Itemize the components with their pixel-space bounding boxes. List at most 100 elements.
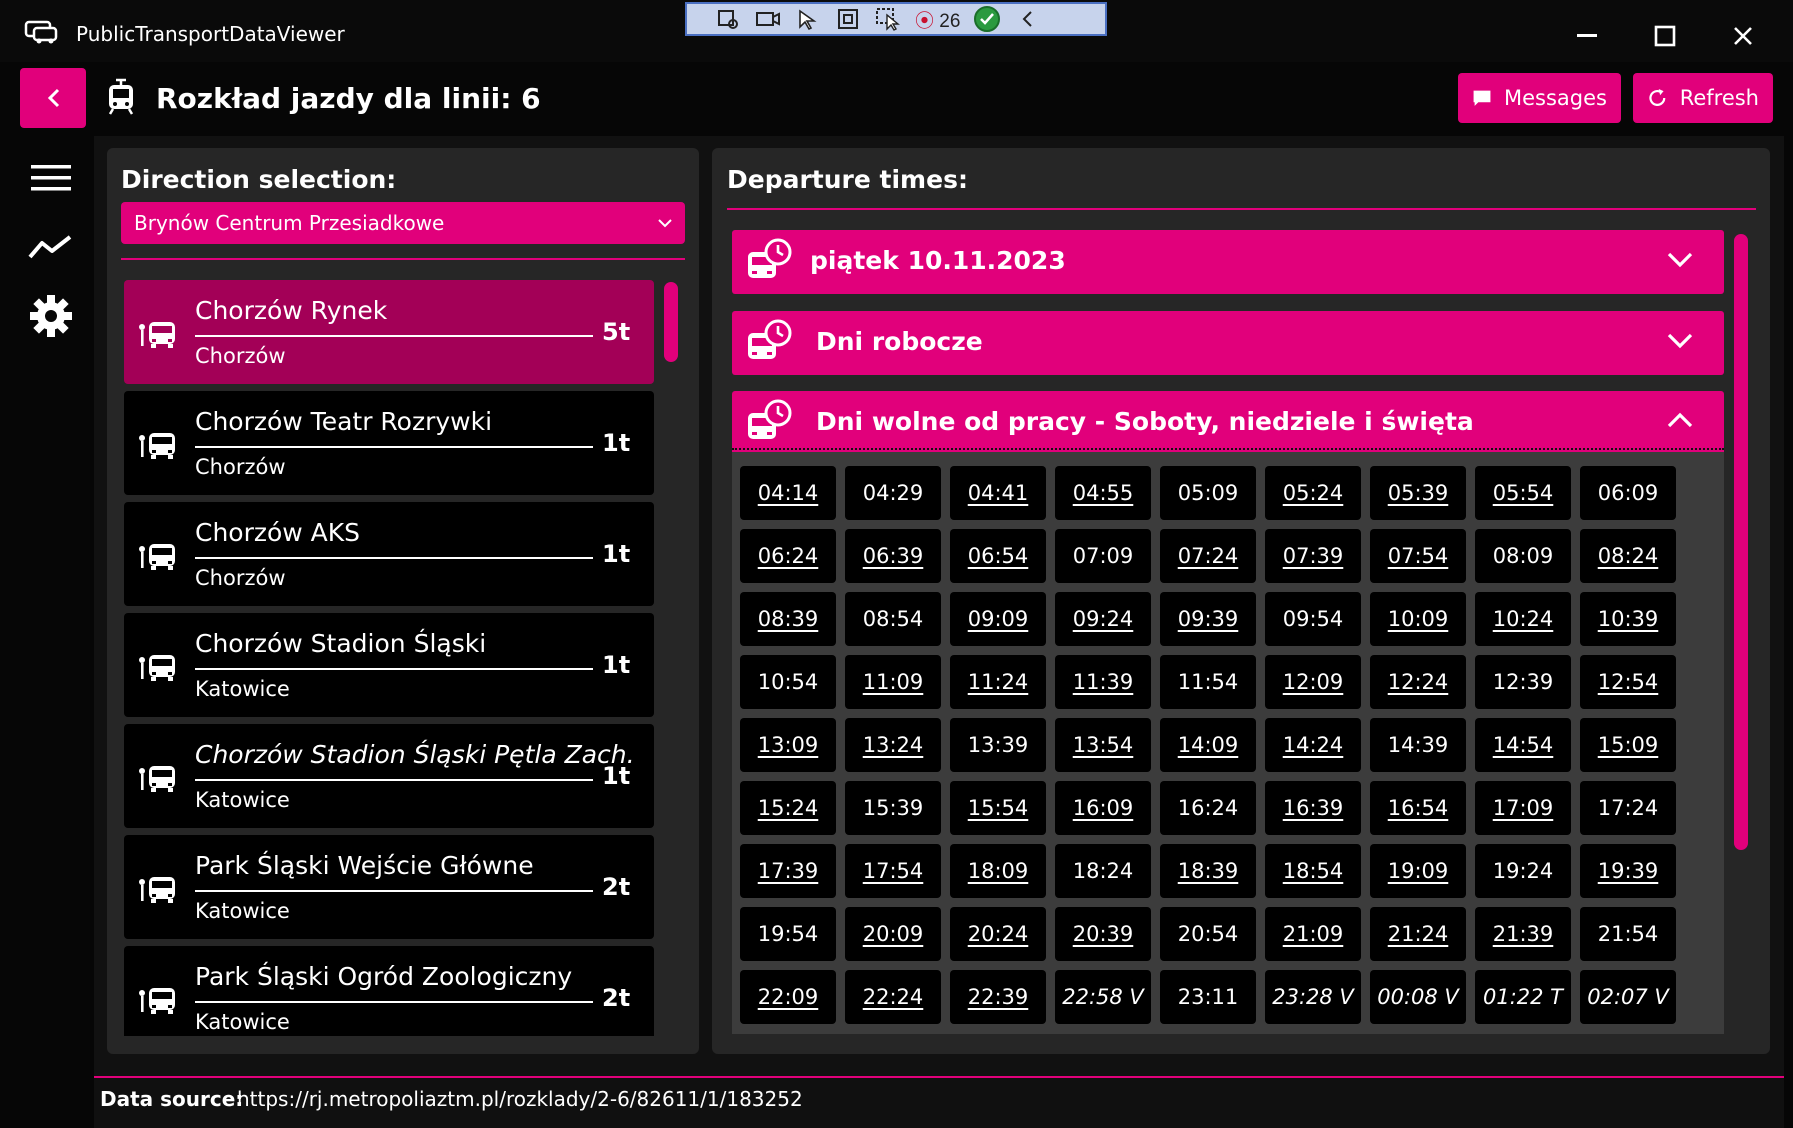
departure-time[interactable]: 22:39 [950, 970, 1046, 1024]
data-source-url[interactable]: https://rj.metropoliaztm.pl/rozklady/2-6… [237, 1087, 803, 1111]
departure-time[interactable]: 07:39 [1265, 529, 1361, 583]
select-element-icon[interactable] [715, 7, 741, 31]
layout-bounds-icon[interactable] [835, 7, 861, 31]
cursor-select-icon[interactable] [795, 7, 821, 31]
departure-time[interactable]: 09:39 [1160, 592, 1256, 646]
departure-time[interactable]: 22:24 [845, 970, 941, 1024]
direction-selection-label: Direction selection: [121, 165, 397, 194]
trend-chart-icon[interactable] [28, 224, 74, 270]
messages-button[interactable]: Messages [1458, 73, 1621, 123]
back-button[interactable] [20, 68, 86, 128]
departure-time: 11:54 [1160, 655, 1256, 709]
direction-select[interactable]: Brynów Centrum Przesiadkowe [121, 202, 685, 244]
refresh-button[interactable]: Refresh [1633, 73, 1773, 123]
stops-scrollbar[interactable] [664, 282, 678, 362]
departure-time[interactable]: 17:54 [845, 844, 941, 898]
departure-time[interactable]: 13:24 [845, 718, 941, 772]
departure-time[interactable]: 16:09 [1055, 781, 1151, 835]
stop-name: Park Śląski Wejście Główne [195, 851, 534, 880]
departure-time[interactable]: 18:09 [950, 844, 1046, 898]
departure-time[interactable]: 16:54 [1370, 781, 1466, 835]
departure-time: 15:39 [845, 781, 941, 835]
departure-time[interactable]: 10:09 [1370, 592, 1466, 646]
departure-time[interactable]: 15:09 [1580, 718, 1676, 772]
departure-time[interactable]: 05:39 [1370, 466, 1466, 520]
departure-time[interactable]: 08:24 [1580, 529, 1676, 583]
departure-time[interactable]: 14:09 [1160, 718, 1256, 772]
stop-item[interactable]: Park Śląski Ogród Zoologiczny Katowice 2t [124, 946, 654, 1036]
schedule-section-header[interactable]: Dni robocze [732, 311, 1724, 375]
departure-time[interactable]: 06:39 [845, 529, 941, 583]
departure-time[interactable]: 07:54 [1370, 529, 1466, 583]
stops-list[interactable]: Chorzów Rynek Chorzów 5t Chorzów Teatr Rozr… [124, 280, 654, 1036]
departure-time[interactable]: 18:54 [1265, 844, 1361, 898]
stop-item[interactable]: Chorzów Teatr Rozrywki Chorzów 1t [124, 391, 654, 495]
minimize-button[interactable] [1562, 12, 1612, 60]
departure-time[interactable]: 19:39 [1580, 844, 1676, 898]
departure-time[interactable]: 06:24 [740, 529, 836, 583]
stop-item[interactable]: Park Śląski Wejście Główne Katowice 2t [124, 835, 654, 939]
departure-time[interactable]: 10:39 [1580, 592, 1676, 646]
departure-time[interactable]: 11:09 [845, 655, 941, 709]
departure-time[interactable]: 04:55 [1055, 466, 1151, 520]
departure-time[interactable]: 12:24 [1370, 655, 1466, 709]
departure-time[interactable]: 20:39 [1055, 907, 1151, 961]
stop-item[interactable]: Chorzów Stadion Śląski Pętla Zach. Katowi… [124, 724, 654, 828]
video-icon[interactable] [755, 7, 781, 31]
maximize-button[interactable] [1640, 12, 1690, 60]
departure-time[interactable]: 09:24 [1055, 592, 1151, 646]
departure-time[interactable]: 04:41 [950, 466, 1046, 520]
settings-gear-icon[interactable] [28, 293, 74, 339]
departure-time[interactable]: 05:24 [1265, 466, 1361, 520]
departure-time[interactable]: 08:39 [740, 592, 836, 646]
departure-time[interactable]: 15:24 [740, 781, 836, 835]
departure-time[interactable]: 16:39 [1265, 781, 1361, 835]
check-icon[interactable] [974, 6, 1001, 32]
app-title: PublicTransportDataViewer [76, 22, 345, 46]
departure-time[interactable]: 18:39 [1160, 844, 1256, 898]
departure-time: 07:09 [1055, 529, 1151, 583]
departure-time[interactable]: 09:09 [950, 592, 1046, 646]
stop-travel-time: 1t [602, 429, 631, 457]
departure-time[interactable]: 14:54 [1475, 718, 1571, 772]
stop-item[interactable]: Chorzów Stadion Śląski Katowice 1t [124, 613, 654, 717]
stop-item[interactable]: Chorzów AKS Chorzów 1t [124, 502, 654, 606]
schedule-section-title: Dni wolne od pracy - Soboty, niedziele i… [816, 407, 1474, 436]
departure-time[interactable]: 05:54 [1475, 466, 1571, 520]
stop-item[interactable]: Chorzów Rynek Chorzów 5t [124, 280, 654, 384]
departures-scrollbar[interactable] [1734, 234, 1748, 850]
schedule-section-header[interactable]: Dni wolne od pracy - Soboty, niedziele i… [732, 391, 1724, 455]
hamburger-menu-icon[interactable] [28, 155, 74, 201]
departure-time[interactable]: 15:54 [950, 781, 1046, 835]
departure-time[interactable]: 10:24 [1475, 592, 1571, 646]
departure-time[interactable]: 04:14 [740, 466, 836, 520]
binding-errors-counter[interactable]: ⦿ 26 [915, 6, 960, 33]
bus-clock-icon [746, 399, 792, 449]
stop-city: Katowice [195, 788, 290, 812]
departure-time[interactable]: 19:09 [1370, 844, 1466, 898]
departure-time[interactable]: 21:39 [1475, 907, 1571, 961]
departure-time[interactable]: 20:09 [845, 907, 941, 961]
track-focus-icon[interactable] [875, 7, 901, 31]
close-button[interactable] [1718, 12, 1768, 60]
departure-time[interactable]: 21:24 [1370, 907, 1466, 961]
departure-time[interactable]: 22:09 [740, 970, 836, 1024]
departure-time[interactable]: 21:09 [1265, 907, 1361, 961]
departure-time[interactable]: 06:54 [950, 529, 1046, 583]
collapse-toolbar-icon[interactable] [1014, 7, 1040, 31]
stop-divider [195, 668, 593, 670]
departure-time[interactable]: 12:54 [1580, 655, 1676, 709]
departure-time[interactable]: 07:24 [1160, 529, 1256, 583]
schedule-section-header[interactable]: piątek 10.11.2023 [732, 230, 1724, 294]
departure-time[interactable]: 12:09 [1265, 655, 1361, 709]
departure-time[interactable]: 14:24 [1265, 718, 1361, 772]
departure-time[interactable]: 13:54 [1055, 718, 1151, 772]
stop-city: Chorzów [195, 455, 286, 479]
departure-time[interactable]: 11:24 [950, 655, 1046, 709]
stop-divider [195, 779, 593, 781]
departure-time[interactable]: 17:39 [740, 844, 836, 898]
departure-time[interactable]: 20:24 [950, 907, 1046, 961]
departure-time[interactable]: 13:09 [740, 718, 836, 772]
departure-time[interactable]: 11:39 [1055, 655, 1151, 709]
departure-time[interactable]: 17:09 [1475, 781, 1571, 835]
